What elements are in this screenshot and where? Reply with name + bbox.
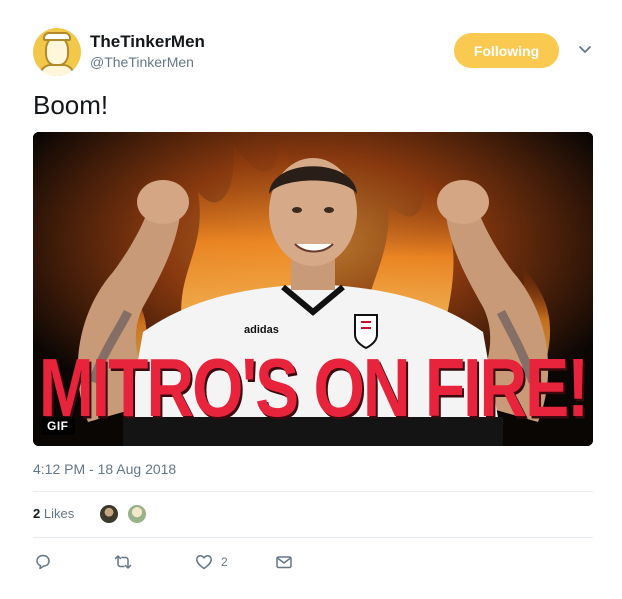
retweet-icon bbox=[114, 555, 132, 569]
heart-icon bbox=[196, 555, 212, 570]
likes-label: Likes bbox=[43, 506, 75, 521]
liker-avatar[interactable] bbox=[126, 503, 148, 525]
chevron-down-icon[interactable] bbox=[576, 40, 594, 58]
display-name[interactable]: TheTinkerMen bbox=[90, 32, 205, 52]
gif-badge: GIF bbox=[41, 417, 75, 435]
divider-bottom bbox=[33, 537, 593, 538]
divider-top bbox=[33, 491, 593, 492]
likes-summary[interactable]: 2 Likes bbox=[33, 506, 74, 521]
avatar[interactable] bbox=[33, 28, 81, 76]
avatar-figure-hat bbox=[43, 32, 71, 41]
tweet-text: Boom! bbox=[33, 90, 109, 120]
reply-button[interactable] bbox=[34, 552, 52, 572]
tweet-timestamp[interactable]: 4:12 PM - 18 Aug 2018 bbox=[33, 461, 176, 477]
likes-count: 2 bbox=[33, 506, 41, 521]
following-button[interactable]: Following bbox=[454, 33, 559, 68]
like-button[interactable]: 2 bbox=[195, 552, 228, 572]
like-count: 2 bbox=[221, 555, 228, 569]
shirt-brand-logo: adidas bbox=[244, 324, 279, 336]
liker-avatar[interactable] bbox=[98, 503, 120, 525]
gif-overlay-caption: MITRO'S ON FIRE! bbox=[38, 340, 589, 434]
reply-icon bbox=[36, 554, 50, 570]
user-handle[interactable]: @TheTinkerMen bbox=[90, 54, 194, 70]
tweet-gif-media[interactable]: adidas MITRO'S ON FIRE! bbox=[33, 132, 593, 446]
direct-message-button[interactable] bbox=[275, 552, 293, 572]
retweet-button[interactable] bbox=[114, 552, 132, 572]
envelope-icon bbox=[276, 556, 292, 569]
